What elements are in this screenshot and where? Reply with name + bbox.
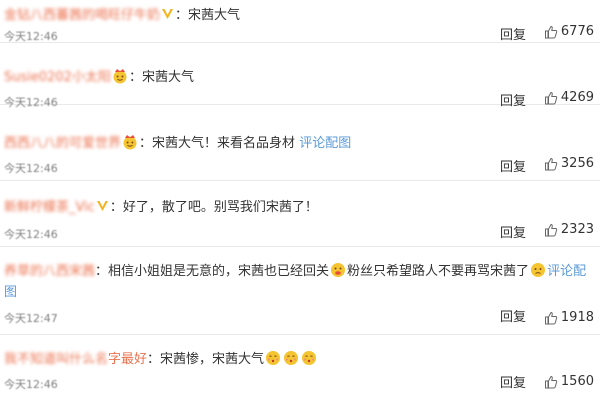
comment-text: 宋茜大气！来看名品身材	[152, 136, 296, 151]
comment-username[interactable]: 西西八八的可爱世界	[4, 136, 121, 151]
v-badge-icon	[96, 199, 109, 212]
like-button[interactable]: 3256	[544, 156, 594, 171]
kiss-emoji-icon	[283, 350, 299, 366]
comment-item: 我不知道叫什么名字最好：宋茜惨，宋茜大气 今天12:46 回复 1560	[4, 350, 594, 391]
comment-text: 宋茜惨，宋茜大气	[160, 352, 265, 367]
comment-item: 养草的八西宋茜：相信小姐姐是无意的，宋茜也已经回关 粉丝只希望路人不要再骂宋茜了评…	[0, 248, 600, 335]
comment-username-suffix[interactable]: 字最好	[108, 352, 147, 367]
like-count: 1560	[560, 374, 594, 389]
kiss-emoji-icon	[265, 350, 281, 366]
comment-time: 今天12:46	[4, 378, 58, 391]
like-count: 2323	[560, 222, 594, 237]
comment-text: 宋茜大气	[141, 70, 194, 85]
comment-time: 今天12:46	[4, 96, 58, 109]
like-button[interactable]: 4269	[544, 90, 594, 105]
comment-text: 相信小姐姐是无意的，宋茜也已经回关	[108, 264, 330, 279]
comment-username[interactable]: 我不知道叫什么名	[4, 352, 108, 367]
like-button[interactable]: 1918	[544, 310, 594, 325]
like-count: 4269	[560, 90, 594, 105]
comment-username[interactable]: 金钻八西蕃茜的喝旺仔牛奶	[4, 8, 160, 23]
comment-text: 好了，散了吧。别骂我们宋茜了！	[122, 200, 318, 215]
like-count: 3256	[560, 156, 594, 171]
comment-item: 金钻八西蕃茜的喝旺仔牛奶 ：宋茜大气 今天12:46 回复 6776	[0, 0, 600, 43]
v-badge-icon	[161, 7, 174, 20]
like-button[interactable]: 1560	[544, 374, 594, 389]
like-count: 1918	[560, 310, 594, 325]
reply-button[interactable]: 回复	[500, 90, 526, 109]
crown-emoji-icon	[122, 134, 138, 150]
comment-item: Susie0202小太阳 ：宋茜大气 今天12:46 回复 4269	[0, 42, 600, 109]
like-button[interactable]: 6776	[544, 24, 594, 39]
like-count: 6776	[560, 24, 594, 39]
thumbs-up-icon	[544, 25, 558, 39]
thumbs-up-icon	[544, 157, 558, 171]
reply-button[interactable]: 回复	[500, 24, 526, 43]
drooling-emoji-icon	[330, 262, 346, 278]
comment-item: 新鲜柠檬茶_Vic ：好了，散了吧。别骂我们宋茜了！ 今天12:46 回复 232…	[0, 184, 600, 247]
comment-time: 今天12:46	[4, 162, 58, 175]
worried-emoji-icon	[530, 262, 546, 278]
reply-button[interactable]: 回复	[500, 372, 526, 391]
comment-time: 今天12:46	[4, 228, 58, 241]
comment-username[interactable]: Susie0202小太阳	[4, 70, 111, 85]
comment-text: 宋茜大气	[188, 8, 241, 23]
comment-username[interactable]: 新鲜柠檬茶_Vic	[4, 200, 95, 215]
thumbs-up-icon	[544, 375, 558, 389]
thumbs-up-icon	[544, 91, 558, 105]
kiss-emoji-icon	[301, 350, 317, 366]
comment-image-link[interactable]: 评论配	[547, 264, 586, 279]
reply-button[interactable]: 回复	[500, 156, 526, 175]
comment-text-continued: 粉丝只希望路人不要再骂宋茜了	[347, 264, 530, 279]
comment-item: 西西八八的可爱世界 ：宋茜大气！来看名品身材 评论配图 今天12:46 回复 32…	[0, 118, 600, 181]
crown-emoji-icon	[112, 68, 128, 84]
comment-image-link[interactable]: 评论配图	[299, 136, 351, 151]
like-button[interactable]: 2323	[544, 222, 594, 237]
reply-button[interactable]: 回复	[500, 306, 526, 325]
thumbs-up-icon	[544, 223, 558, 237]
thumbs-up-icon	[544, 311, 558, 325]
reply-button[interactable]: 回复	[500, 222, 526, 241]
comment-time: 今天12:47	[4, 312, 58, 325]
comment-username[interactable]: 养草的八西宋茜	[4, 264, 95, 279]
comment-image-link-wrap[interactable]: 图	[4, 285, 17, 300]
